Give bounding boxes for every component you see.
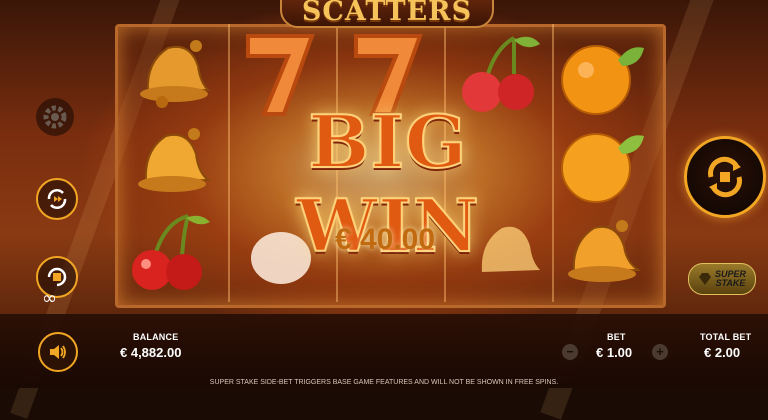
total-bet-value: € 2.00 [704, 345, 741, 360]
bet-increase-button[interactable]: + [652, 344, 668, 360]
fast-spin-icon [47, 189, 67, 209]
super-stake-line2: STAKE [715, 278, 746, 288]
game-title: SCATTERS [301, 0, 473, 27]
super-stake-disclaimer: SUPER STAKE SIDE-BET TRIGGERS BASE GAME … [209, 379, 559, 386]
diamond-icon [698, 273, 711, 285]
balance-label: BALANCE [133, 332, 179, 342]
bet-label: BET [607, 332, 626, 342]
win-amount: € 40.00 [334, 223, 436, 256]
bet-value: € 1.00 [596, 345, 633, 360]
bet-decrease-button[interactable]: − [562, 344, 578, 360]
spin-icon [708, 156, 742, 198]
spin-button[interactable] [684, 136, 766, 218]
turbo-spin-button[interactable] [36, 178, 78, 220]
orange-icon [561, 45, 644, 115]
game-title-plate: SCATTERS [280, 0, 494, 28]
big-win-banner: BIG WIN [295, 99, 480, 269]
orange-icon [561, 133, 644, 203]
bell-icon [568, 220, 642, 282]
total-bet-label: TOTAL BET [700, 332, 752, 342]
sound-button[interactable] [38, 332, 78, 372]
cherry-icon [132, 214, 210, 290]
autoplay-icon [47, 267, 67, 287]
gear-icon [43, 105, 67, 129]
super-stake-label: SUPER STAKE [715, 270, 746, 288]
speaker-icon [50, 345, 66, 359]
bell-icon [140, 40, 211, 108]
settings-button[interactable] [36, 98, 74, 136]
balance-value: € 4,882.00 [120, 345, 182, 360]
super-stake-toggle[interactable]: SUPER STAKE [688, 263, 756, 295]
bell-icon [138, 128, 211, 192]
autoplay-infinity-label: ∞ [42, 288, 57, 309]
